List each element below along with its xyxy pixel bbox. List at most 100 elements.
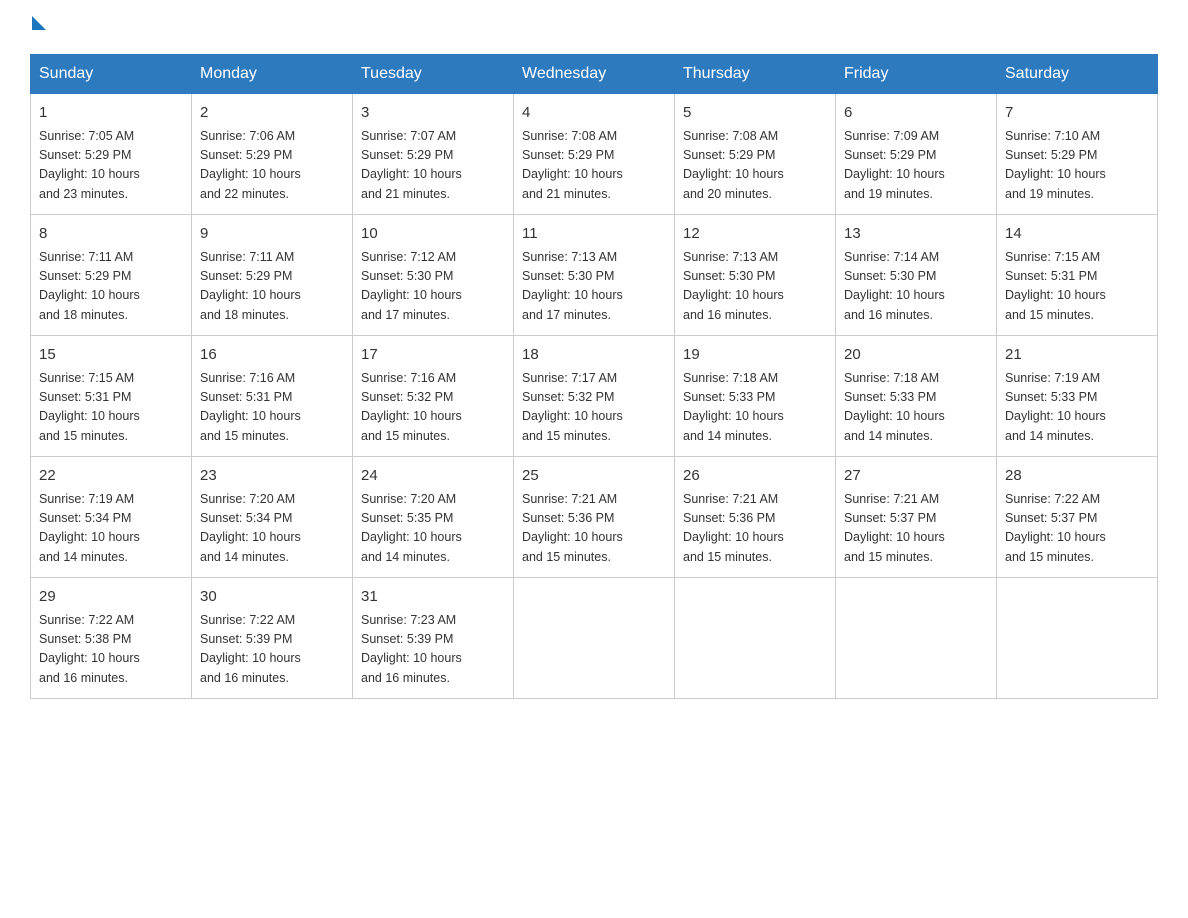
day-number: 19	[683, 344, 827, 367]
day-number: 8	[39, 223, 183, 246]
day-info: Sunrise: 7:12 AMSunset: 5:30 PMDaylight:…	[361, 248, 505, 326]
day-cell-3: 3Sunrise: 7:07 AMSunset: 5:29 PMDaylight…	[353, 94, 514, 215]
header-cell-thursday: Thursday	[675, 55, 836, 94]
day-number: 9	[200, 223, 344, 246]
day-cell-11: 11Sunrise: 7:13 AMSunset: 5:30 PMDayligh…	[514, 215, 675, 336]
day-number: 17	[361, 344, 505, 367]
day-info: Sunrise: 7:08 AMSunset: 5:29 PMDaylight:…	[683, 127, 827, 205]
day-cell-6: 6Sunrise: 7:09 AMSunset: 5:29 PMDaylight…	[836, 94, 997, 215]
day-cell-5: 5Sunrise: 7:08 AMSunset: 5:29 PMDaylight…	[675, 94, 836, 215]
day-number: 30	[200, 586, 344, 609]
day-cell-21: 21Sunrise: 7:19 AMSunset: 5:33 PMDayligh…	[997, 336, 1158, 457]
day-cell-15: 15Sunrise: 7:15 AMSunset: 5:31 PMDayligh…	[31, 336, 192, 457]
day-number: 2	[200, 102, 344, 125]
day-cell-14: 14Sunrise: 7:15 AMSunset: 5:31 PMDayligh…	[997, 215, 1158, 336]
day-number: 5	[683, 102, 827, 125]
day-number: 23	[200, 465, 344, 488]
logo-triangle-icon	[32, 16, 46, 30]
day-info: Sunrise: 7:21 AMSunset: 5:36 PMDaylight:…	[522, 490, 666, 568]
day-cell-9: 9Sunrise: 7:11 AMSunset: 5:29 PMDaylight…	[192, 215, 353, 336]
empty-cell	[997, 578, 1158, 699]
day-number: 13	[844, 223, 988, 246]
day-info: Sunrise: 7:21 AMSunset: 5:36 PMDaylight:…	[683, 490, 827, 568]
day-info: Sunrise: 7:09 AMSunset: 5:29 PMDaylight:…	[844, 127, 988, 205]
day-cell-24: 24Sunrise: 7:20 AMSunset: 5:35 PMDayligh…	[353, 457, 514, 578]
day-number: 27	[844, 465, 988, 488]
day-info: Sunrise: 7:19 AMSunset: 5:33 PMDaylight:…	[1005, 369, 1149, 447]
day-cell-10: 10Sunrise: 7:12 AMSunset: 5:30 PMDayligh…	[353, 215, 514, 336]
day-number: 6	[844, 102, 988, 125]
empty-cell	[514, 578, 675, 699]
day-cell-4: 4Sunrise: 7:08 AMSunset: 5:29 PMDaylight…	[514, 94, 675, 215]
day-cell-2: 2Sunrise: 7:06 AMSunset: 5:29 PMDaylight…	[192, 94, 353, 215]
day-info: Sunrise: 7:18 AMSunset: 5:33 PMDaylight:…	[844, 369, 988, 447]
day-number: 28	[1005, 465, 1149, 488]
day-cell-19: 19Sunrise: 7:18 AMSunset: 5:33 PMDayligh…	[675, 336, 836, 457]
logo	[30, 20, 48, 34]
day-cell-1: 1Sunrise: 7:05 AMSunset: 5:29 PMDaylight…	[31, 94, 192, 215]
header-cell-tuesday: Tuesday	[353, 55, 514, 94]
day-number: 10	[361, 223, 505, 246]
day-info: Sunrise: 7:13 AMSunset: 5:30 PMDaylight:…	[522, 248, 666, 326]
day-info: Sunrise: 7:07 AMSunset: 5:29 PMDaylight:…	[361, 127, 505, 205]
day-info: Sunrise: 7:16 AMSunset: 5:32 PMDaylight:…	[361, 369, 505, 447]
day-cell-20: 20Sunrise: 7:18 AMSunset: 5:33 PMDayligh…	[836, 336, 997, 457]
day-info: Sunrise: 7:22 AMSunset: 5:37 PMDaylight:…	[1005, 490, 1149, 568]
day-number: 1	[39, 102, 183, 125]
day-info: Sunrise: 7:23 AMSunset: 5:39 PMDaylight:…	[361, 611, 505, 689]
day-number: 21	[1005, 344, 1149, 367]
empty-cell	[836, 578, 997, 699]
calendar-table: SundayMondayTuesdayWednesdayThursdayFrid…	[30, 54, 1158, 699]
page-header	[30, 20, 1158, 34]
day-number: 20	[844, 344, 988, 367]
day-info: Sunrise: 7:18 AMSunset: 5:33 PMDaylight:…	[683, 369, 827, 447]
day-number: 14	[1005, 223, 1149, 246]
day-info: Sunrise: 7:14 AMSunset: 5:30 PMDaylight:…	[844, 248, 988, 326]
day-number: 11	[522, 223, 666, 246]
day-info: Sunrise: 7:20 AMSunset: 5:34 PMDaylight:…	[200, 490, 344, 568]
day-number: 29	[39, 586, 183, 609]
week-row-5: 29Sunrise: 7:22 AMSunset: 5:38 PMDayligh…	[31, 578, 1158, 699]
day-info: Sunrise: 7:16 AMSunset: 5:31 PMDaylight:…	[200, 369, 344, 447]
day-number: 18	[522, 344, 666, 367]
day-cell-12: 12Sunrise: 7:13 AMSunset: 5:30 PMDayligh…	[675, 215, 836, 336]
day-cell-23: 23Sunrise: 7:20 AMSunset: 5:34 PMDayligh…	[192, 457, 353, 578]
day-cell-27: 27Sunrise: 7:21 AMSunset: 5:37 PMDayligh…	[836, 457, 997, 578]
day-cell-29: 29Sunrise: 7:22 AMSunset: 5:38 PMDayligh…	[31, 578, 192, 699]
header-cell-friday: Friday	[836, 55, 997, 94]
day-info: Sunrise: 7:10 AMSunset: 5:29 PMDaylight:…	[1005, 127, 1149, 205]
day-info: Sunrise: 7:15 AMSunset: 5:31 PMDaylight:…	[1005, 248, 1149, 326]
day-info: Sunrise: 7:22 AMSunset: 5:39 PMDaylight:…	[200, 611, 344, 689]
day-info: Sunrise: 7:11 AMSunset: 5:29 PMDaylight:…	[200, 248, 344, 326]
header-row: SundayMondayTuesdayWednesdayThursdayFrid…	[31, 55, 1158, 94]
day-number: 7	[1005, 102, 1149, 125]
header-cell-monday: Monday	[192, 55, 353, 94]
day-number: 16	[200, 344, 344, 367]
week-row-2: 8Sunrise: 7:11 AMSunset: 5:29 PMDaylight…	[31, 215, 1158, 336]
week-row-1: 1Sunrise: 7:05 AMSunset: 5:29 PMDaylight…	[31, 94, 1158, 215]
day-number: 4	[522, 102, 666, 125]
day-cell-13: 13Sunrise: 7:14 AMSunset: 5:30 PMDayligh…	[836, 215, 997, 336]
day-info: Sunrise: 7:08 AMSunset: 5:29 PMDaylight:…	[522, 127, 666, 205]
day-cell-31: 31Sunrise: 7:23 AMSunset: 5:39 PMDayligh…	[353, 578, 514, 699]
day-info: Sunrise: 7:06 AMSunset: 5:29 PMDaylight:…	[200, 127, 344, 205]
day-cell-8: 8Sunrise: 7:11 AMSunset: 5:29 PMDaylight…	[31, 215, 192, 336]
day-cell-25: 25Sunrise: 7:21 AMSunset: 5:36 PMDayligh…	[514, 457, 675, 578]
day-info: Sunrise: 7:22 AMSunset: 5:38 PMDaylight:…	[39, 611, 183, 689]
day-number: 24	[361, 465, 505, 488]
day-info: Sunrise: 7:15 AMSunset: 5:31 PMDaylight:…	[39, 369, 183, 447]
day-number: 12	[683, 223, 827, 246]
empty-cell	[675, 578, 836, 699]
header-cell-sunday: Sunday	[31, 55, 192, 94]
day-cell-17: 17Sunrise: 7:16 AMSunset: 5:32 PMDayligh…	[353, 336, 514, 457]
header-cell-saturday: Saturday	[997, 55, 1158, 94]
day-cell-16: 16Sunrise: 7:16 AMSunset: 5:31 PMDayligh…	[192, 336, 353, 457]
day-info: Sunrise: 7:13 AMSunset: 5:30 PMDaylight:…	[683, 248, 827, 326]
day-info: Sunrise: 7:11 AMSunset: 5:29 PMDaylight:…	[39, 248, 183, 326]
day-number: 22	[39, 465, 183, 488]
day-number: 3	[361, 102, 505, 125]
day-info: Sunrise: 7:17 AMSunset: 5:32 PMDaylight:…	[522, 369, 666, 447]
week-row-3: 15Sunrise: 7:15 AMSunset: 5:31 PMDayligh…	[31, 336, 1158, 457]
day-cell-22: 22Sunrise: 7:19 AMSunset: 5:34 PMDayligh…	[31, 457, 192, 578]
day-number: 31	[361, 586, 505, 609]
